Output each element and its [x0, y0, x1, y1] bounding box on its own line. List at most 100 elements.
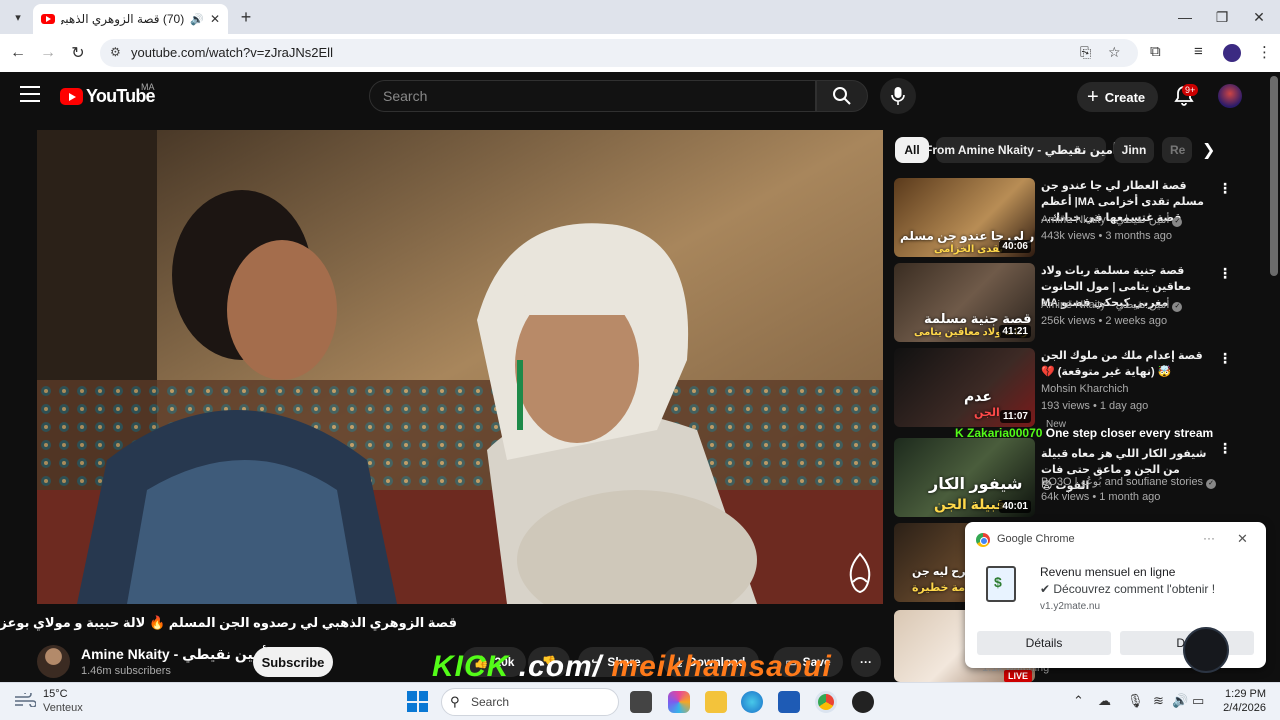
url-text[interactable]: youtube.com/watch?v=zJraJNs2Ell [131, 45, 333, 60]
volume-icon[interactable]: 🔊 [1172, 693, 1188, 709]
notification-badge: 9+ [1182, 84, 1199, 96]
more-actions-button[interactable]: ··· [851, 647, 881, 677]
recommendation-thumbnail[interactable]: عدم الجن 11:07 [894, 348, 1035, 427]
bookmark-star-icon[interactable]: ☆ [1108, 44, 1121, 61]
microsoft-store-icon[interactable] [778, 691, 800, 713]
recommendation-thumbnail[interactable]: العطار لي جا عندو جن مسلم تقدى الخزامى 4… [894, 178, 1035, 257]
chevron-up-icon[interactable]: ⌃ [1073, 693, 1084, 709]
clock-date[interactable]: 2/4/2026 [1218, 702, 1266, 714]
minimize-icon[interactable]: — [1170, 6, 1200, 28]
new-tab-button[interactable]: + [236, 7, 256, 27]
back-icon[interactable]: ← [7, 42, 29, 64]
notification-close-icon[interactable]: ✕ [1237, 531, 1248, 547]
taskbar-search[interactable]: ⚲ Search [441, 688, 619, 716]
notification-app: Google Chrome [997, 533, 1075, 545]
more-options-icon[interactable]: ⋮ [1218, 180, 1232, 197]
recommendation-channel[interactable]: Amine Nkaity - أمين نقيطي ✓ [1041, 298, 1183, 312]
wind-icon[interactable] [14, 693, 36, 707]
scrollbar-thumb[interactable] [1270, 76, 1278, 276]
subscriber-count: 1.46m subscribers [81, 665, 171, 677]
search-input[interactable]: Search [369, 80, 816, 112]
recommendation-title[interactable]: قصة إعدام ملك من ملوك الجن 🤯 (نهاية غير … [1041, 348, 1211, 380]
copilot-icon[interactable] [668, 691, 690, 713]
thumbnail-text: شيفور الكار [929, 476, 1023, 493]
create-label: Create [1104, 89, 1146, 105]
notification-image [986, 566, 1016, 602]
windows-taskbar: 15°C Venteux ⚲ Search ⌃ ☁ 🎙 ≋ 🔊 ▭ 1:29 P… [0, 682, 1280, 720]
weather-temperature[interactable]: 15°C [43, 688, 68, 700]
chrome-taskbar-icon[interactable] [815, 691, 837, 713]
address-bar[interactable]: ⚙ youtube.com/watch?v=zJraJNs2Ell ⎘ ☆ [100, 39, 1138, 67]
notification-details-button[interactable]: Détails [977, 631, 1111, 655]
subscribe-button[interactable]: Subscribe [253, 647, 333, 677]
recommendation-item[interactable]: العطار لي جا عندو جن مسلم تقدى الخزامى 4… [894, 178, 1234, 258]
youtube-header: YouTube MA Search + Create 9+ [0, 72, 1268, 120]
tab-audio-icon[interactable]: 🔊 [190, 13, 204, 26]
tab-close-icon[interactable]: ✕ [210, 12, 220, 26]
maximize-icon[interactable]: ❐ [1207, 6, 1237, 28]
overlay-domain: .com/ [518, 650, 603, 683]
browser-toolbar: ← → ↻ ⚙ youtube.com/watch?v=zJraJNs2Ell … [0, 34, 1280, 72]
wifi-icon[interactable]: ≋ [1153, 693, 1164, 709]
video-player[interactable] [37, 130, 883, 604]
page-scrollbar[interactable] [1268, 72, 1280, 682]
site-info-icon[interactable]: ⚙ [110, 45, 121, 59]
notification-more-icon[interactable]: ··· [1203, 531, 1215, 545]
app-taskbar-icon[interactable] [852, 691, 874, 713]
more-options-icon[interactable]: ⋮ [1218, 350, 1232, 367]
chip-jinn[interactable]: Jinn [1114, 137, 1154, 163]
task-view-icon[interactable] [630, 691, 652, 713]
recommendation-meta: 64k views • 1 month ago [1041, 491, 1161, 503]
youtube-play-icon [60, 88, 83, 105]
voice-search-button[interactable] [880, 78, 916, 114]
chip-from-channel[interactable]: From Amine Nkaity - أمين نقيطي [925, 137, 1117, 163]
create-button[interactable]: + Create [1077, 82, 1158, 112]
chip-related[interactable]: Re [1162, 137, 1192, 163]
profile-icon[interactable] [1223, 44, 1241, 62]
thumbnail-subtext: قبيلة الجن [934, 496, 1006, 512]
file-explorer-icon[interactable] [705, 691, 727, 713]
recommendation-channel[interactable]: BO3O | بُوعُو and soufiane stories ✓ [1041, 475, 1217, 489]
microphone-tray-icon[interactable]: 🎙 [1127, 693, 1144, 709]
recommendation-item[interactable]: شيفور الكار قبيلة الجن 40:01 شيفور الكار… [894, 438, 1234, 518]
account-avatar[interactable] [1218, 84, 1242, 108]
more-options-icon[interactable]: ⋮ [1218, 440, 1232, 457]
chip-all[interactable]: All [895, 137, 929, 163]
recommendation-thumbnail[interactable]: قصة جنية مسلمة ربات ولاد معاقين يتامى 41… [894, 263, 1035, 342]
media-control-icon[interactable]: ≡ [1194, 43, 1203, 60]
edge-icon[interactable] [741, 691, 763, 713]
overlay-kick: KICK [432, 650, 510, 683]
install-app-icon[interactable]: ⎘ [1080, 44, 1091, 61]
weather-description[interactable]: Venteux [43, 702, 83, 714]
extensions-icon[interactable]: ⧉ [1150, 43, 1161, 60]
recommendation-channel[interactable]: Amine Nkaity - أمين نقيطي ✓ [1041, 213, 1183, 227]
recommendation-channel[interactable]: Mohsin Kharchich [1041, 383, 1128, 395]
country-code: MA [141, 82, 155, 92]
forward-icon[interactable]: → [37, 42, 59, 64]
recommendation-thumbnail[interactable]: شيفور الكار قبيلة الجن 40:01 [894, 438, 1035, 517]
more-options-icon[interactable]: ⋮ [1218, 265, 1232, 282]
overlay-handle: meikhamsaoui [611, 650, 832, 683]
browser-tab-strip: ▾ (70) قصة الزوهري الذهبي لي 🔊 ✕ + — ❐ ✕ [0, 0, 1280, 34]
chevron-right-icon[interactable]: ❯ [1202, 140, 1215, 160]
tab-search-icon[interactable]: ▾ [7, 6, 29, 28]
recommendation-item[interactable]: عدم الجن 11:07 قصة إعدام ملك من ملوك الج… [894, 348, 1234, 428]
video-title: قصة الزوهري الذهبي لي رصدوه الجن المسلم … [0, 615, 457, 630]
close-window-icon[interactable]: ✕ [1244, 6, 1274, 28]
reload-icon[interactable]: ↻ [67, 42, 89, 64]
windows-start-icon[interactable] [407, 691, 428, 712]
recommendation-meta: 443k views • 3 months ago [1041, 230, 1173, 242]
channel-avatar[interactable] [37, 645, 70, 678]
hamburger-menu-icon[interactable] [20, 86, 40, 102]
stream-logo-icon [1183, 627, 1229, 673]
search-placeholder: Search [383, 88, 428, 104]
notification-title: Revenu mensuel en ligne [1040, 565, 1176, 579]
clock-time[interactable]: 1:29 PM [1224, 688, 1266, 700]
chrome-menu-icon[interactable]: ⋮ [1257, 43, 1272, 61]
cloud-icon[interactable]: ☁ [1098, 693, 1111, 709]
channel-name-text: Amine Nkaity - أمين نقيطي [81, 646, 267, 662]
tab-youtube[interactable]: (70) قصة الزوهري الذهبي لي 🔊 ✕ [33, 4, 228, 34]
search-button[interactable] [816, 80, 868, 112]
recommendation-item[interactable]: قصة جنية مسلمة ربات ولاد معاقين يتامى 41… [894, 263, 1234, 343]
battery-icon[interactable]: ▭ [1192, 693, 1204, 709]
